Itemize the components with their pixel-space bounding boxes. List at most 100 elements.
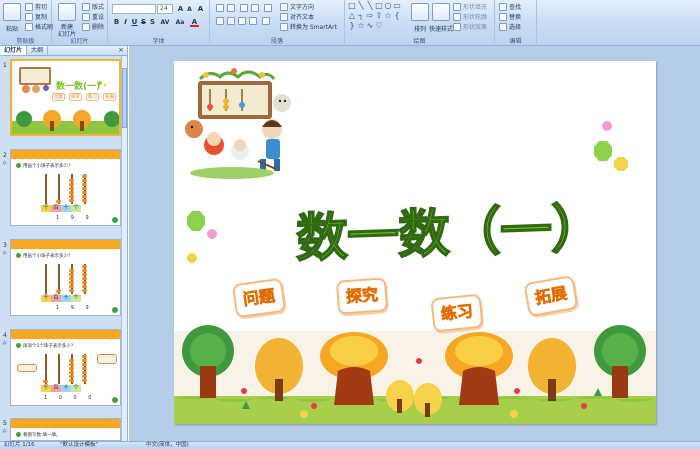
new-slide-button[interactable]: 新建 幻灯片 <box>58 3 76 38</box>
tag-question[interactable]: 问题 <box>231 277 287 319</box>
brace-shape-icon[interactable]: { <box>393 12 401 20</box>
slide-thumbnail-2[interactable]: 用画个小珠子表示多少? 千 百 十 个 1 9 9 <box>10 149 121 226</box>
align-left-icon[interactable] <box>216 17 224 25</box>
justify-icon[interactable] <box>249 17 257 25</box>
text-direction-button[interactable]: 文字方向 <box>280 2 314 11</box>
triangle-shape-icon[interactable]: △ <box>348 12 356 20</box>
slide-thumbnail-1[interactable]: 数一数(一) 问题 探究 练习 拓展 <box>10 59 121 136</box>
animation-star-icon: ✲ <box>2 340 8 347</box>
abacus-bead <box>69 277 74 280</box>
char-spacing-button[interactable]: AV <box>159 18 171 27</box>
shrink-font-button[interactable]: A <box>185 5 194 14</box>
curve-shape-icon[interactable]: ∿ <box>366 22 374 30</box>
decrease-indent-icon[interactable] <box>240 4 248 12</box>
paste-button[interactable]: 粘贴 <box>3 3 21 33</box>
find-button[interactable]: 查找 <box>499 2 521 11</box>
nav-icon <box>112 397 118 403</box>
thumb-tag: 探究 <box>69 93 82 101</box>
abacus-bead <box>69 363 74 366</box>
tag-practice[interactable]: 练习 <box>430 293 484 333</box>
line-shape-icon[interactable]: ╲ <box>357 2 365 10</box>
thumb-tag: 练习 <box>86 93 99 101</box>
strikethrough-button[interactable]: S <box>139 18 148 27</box>
arrange-button[interactable]: 排列 <box>411 3 429 33</box>
rounded-rect-shape-icon[interactable]: ▭ <box>393 2 401 10</box>
bullets-icon[interactable] <box>216 4 224 12</box>
quick-styles-button[interactable]: 快速样式 <box>429 3 453 33</box>
abacus-bead <box>69 269 74 272</box>
slide-editing-area: 数一数（一） 问题 探究 练习 拓展 <box>129 46 700 441</box>
format-painter-button[interactable]: 格式刷 <box>25 22 53 31</box>
language-indicator[interactable]: 中文(简体，中国) <box>146 442 189 449</box>
slide-number: 4 <box>3 332 7 339</box>
place-label: 千 <box>41 295 51 302</box>
layout-button[interactable]: 版式 <box>82 2 104 11</box>
shapes-gallery[interactable]: □ ╲ ╲ □ ○ ▭ △ ┐ ⇨ ⇧ ☆ { } ☆ ∿ ♡ <box>348 2 408 32</box>
columns-icon[interactable] <box>262 17 270 25</box>
place-label: 百 <box>51 385 61 392</box>
align-text-icon <box>280 12 288 21</box>
italic-button[interactable]: I <box>121 18 130 27</box>
animation-star-icon: ✲ <box>2 160 8 167</box>
cut-button[interactable]: 剪切 <box>25 2 47 11</box>
reset-button[interactable]: 重设 <box>82 12 104 21</box>
replace-button[interactable]: 替换 <box>499 12 521 21</box>
change-case-button[interactable]: Aa <box>174 18 186 27</box>
thumb-question: 再添个1个珠子表示多少? <box>23 344 74 349</box>
slides-scrollbar[interactable] <box>121 56 127 441</box>
align-text-button[interactable]: 对齐文本 <box>280 12 314 21</box>
bold-button[interactable]: B <box>112 18 121 27</box>
align-right-icon[interactable] <box>238 17 246 25</box>
heart-shape-icon[interactable]: ♡ <box>375 22 383 30</box>
underline-button[interactable]: U <box>130 18 139 27</box>
shape-outline-button[interactable]: 形状轮廓 <box>453 12 487 21</box>
font-color-button[interactable]: A <box>190 18 199 27</box>
abacus-bead <box>69 195 74 198</box>
abacus-bead <box>82 359 87 362</box>
line-spacing-icon[interactable] <box>264 4 272 12</box>
slide-thumbnail-5[interactable]: 看图写数:填一填。 <box>10 418 121 441</box>
animation-star-icon: ✲ <box>2 428 8 435</box>
align-center-icon[interactable] <box>227 17 235 25</box>
shape-fill-button[interactable]: 形状填充 <box>453 2 487 11</box>
rectangle-shape-icon[interactable]: □ <box>348 2 356 10</box>
select-button[interactable]: 选择 <box>499 22 521 31</box>
slide-thumbnail-3[interactable]: 用画个小珠子表示多少? 千 百 十 个 1 9 9 <box>10 239 121 316</box>
abacus-bead <box>82 183 87 186</box>
shape-effects-button[interactable]: 形状效果 <box>453 22 487 31</box>
copy-button[interactable]: 复制 <box>25 12 47 21</box>
slide-thumbnail-4[interactable]: 再添个1个珠子表示多少? 千 百 十 个 1 0 0 0 <box>10 329 121 406</box>
tag-explore[interactable]: 探究 <box>335 277 389 315</box>
speech-bubble <box>97 354 117 364</box>
editing-label: 编辑 <box>509 38 522 45</box>
current-slide[interactable]: 数一数（一） 问题 探究 练习 拓展 <box>174 61 656 424</box>
slide-title[interactable]: 数一数（一） <box>295 186 603 272</box>
arrow-up-shape-icon[interactable]: ⇧ <box>375 12 383 20</box>
scrollbar-thumb[interactable] <box>122 68 127 128</box>
clear-format-button[interactable]: A <box>196 5 205 14</box>
font-name-combo[interactable] <box>112 4 156 14</box>
line-shape-icon[interactable]: ╲ <box>366 2 374 10</box>
arrow-right-shape-icon[interactable]: ⇨ <box>366 12 374 20</box>
corner-shape-icon[interactable]: ┐ <box>357 12 365 20</box>
tab-outline[interactable]: 大纲 <box>27 46 49 55</box>
thumb-scallop <box>11 336 120 341</box>
brace-shape-icon[interactable]: } <box>348 22 356 30</box>
increase-indent-icon[interactable] <box>251 4 259 12</box>
numbering-icon[interactable] <box>227 4 235 12</box>
delete-button[interactable]: 删除 <box>82 22 104 31</box>
font-size-combo[interactable]: 24 <box>157 4 173 14</box>
tab-slides[interactable]: 幻灯片 <box>0 46 28 55</box>
star-shape-icon[interactable]: ☆ <box>384 12 392 20</box>
oval-shape-icon[interactable]: ○ <box>384 2 392 10</box>
close-panel-button[interactable]: × <box>115 46 127 55</box>
star-shape-icon[interactable]: ☆ <box>357 22 365 30</box>
abacus-bead <box>82 195 87 198</box>
convert-smartart-button[interactable]: 转换为 SmartArt <box>280 22 337 31</box>
shadow-button[interactable]: S <box>148 18 157 27</box>
nav-icon <box>112 307 118 313</box>
grow-font-button[interactable]: A <box>176 5 185 14</box>
rectangle-shape-icon[interactable]: □ <box>375 2 383 10</box>
place-label: 个 <box>71 295 81 302</box>
replace-icon <box>499 12 507 21</box>
